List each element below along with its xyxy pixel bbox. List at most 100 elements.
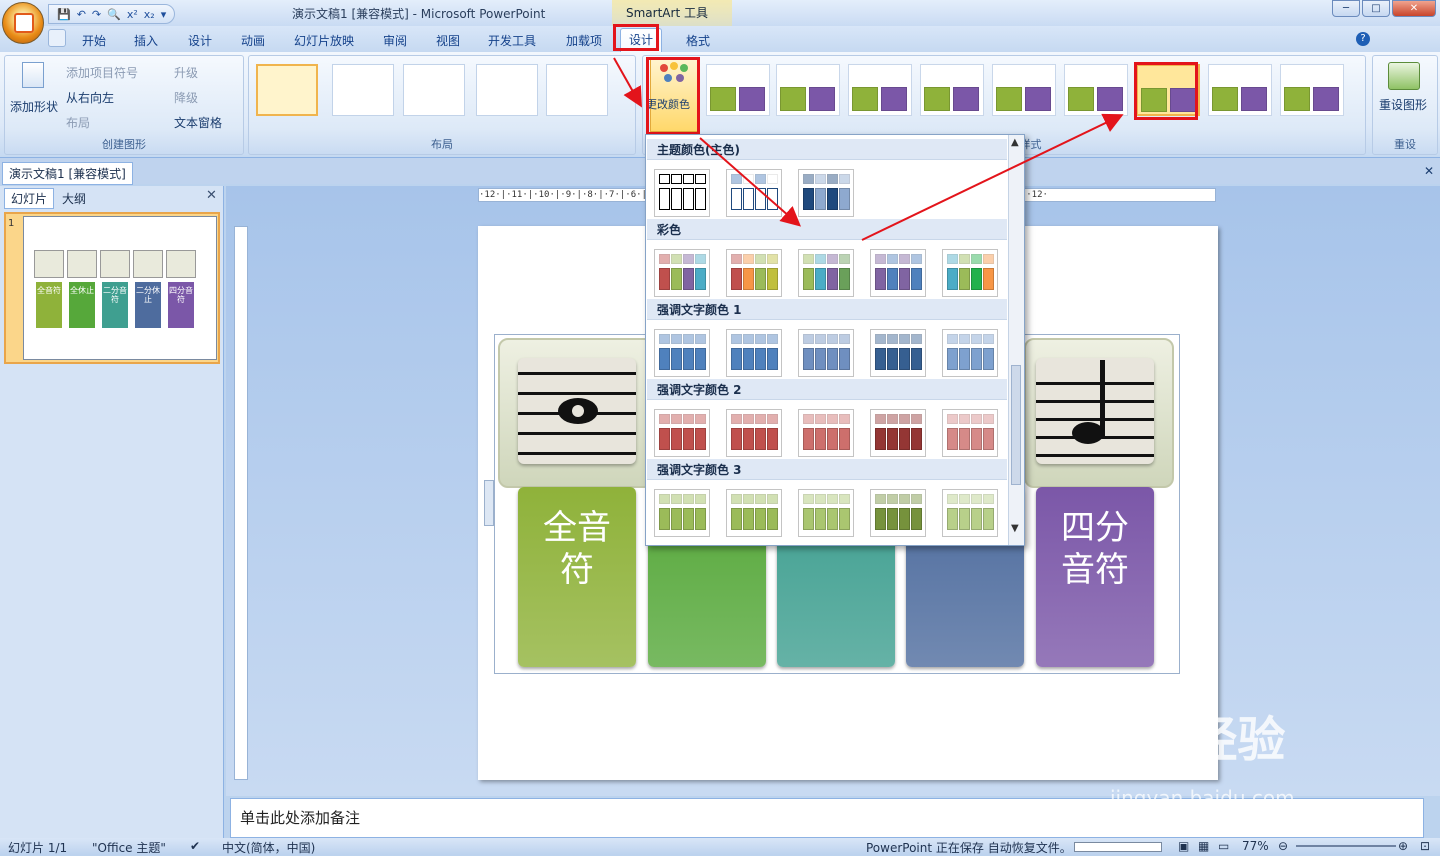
layout-option-1[interactable] [256, 64, 318, 116]
color-option-1-2[interactable] [726, 169, 782, 217]
tab-home[interactable]: 开始 [82, 32, 106, 49]
color-option-1-3[interactable] [798, 169, 854, 217]
close-doc-icon[interactable]: ✕ [1424, 164, 1434, 178]
tab-view[interactable]: 视图 [436, 32, 460, 49]
whole-note-picture[interactable] [518, 358, 636, 464]
save-icon[interactable]: 💾 [57, 8, 71, 21]
gallery-scrollbar[interactable]: ▲ ▼ [1008, 135, 1024, 545]
change-colors-gallery: ▲ ▼ 主题颜色(主色) 彩色 强调文字颜色 1 强调文字颜色 2 强调文字颜色 3 [645, 134, 1025, 546]
demote-button[interactable]: 降级 [174, 89, 198, 106]
color-option-4-5[interactable] [942, 409, 998, 457]
color-option-4-3[interactable] [798, 409, 854, 457]
color-option-4-1[interactable] [654, 409, 710, 457]
smartart-style-4[interactable] [920, 64, 984, 116]
color-option-2-3[interactable] [798, 249, 854, 297]
color-option-3-4[interactable] [870, 329, 926, 377]
tab-format[interactable]: 格式 [686, 32, 710, 49]
smartart-style-2[interactable] [776, 64, 840, 116]
quarter-note-picture[interactable] [1036, 358, 1154, 464]
swatch-top [887, 334, 898, 344]
color-option-5-3[interactable] [798, 489, 854, 537]
tab-addins[interactable]: 加载项 [566, 32, 602, 49]
layout-option-5[interactable] [546, 64, 608, 116]
swatch-bar [767, 508, 778, 530]
color-option-1-1[interactable] [654, 169, 710, 217]
gallery-section-1-title: 主题颜色(主色) [647, 139, 1007, 160]
smartart-style-9[interactable] [1280, 64, 1344, 116]
zoom-level[interactable]: 77% [1242, 839, 1269, 853]
layout-option-4[interactable] [476, 64, 538, 116]
add-shape-button[interactable]: 添加形状 [10, 98, 58, 115]
color-option-5-2[interactable] [726, 489, 782, 537]
smartart-card-1[interactable]: 全音 符 [518, 487, 636, 667]
smartart-style-6[interactable] [1064, 64, 1128, 116]
swatch-bar [899, 348, 910, 370]
color-option-2-5[interactable] [942, 249, 998, 297]
smartart-style-5[interactable] [992, 64, 1056, 116]
help-icon[interactable]: ? [1356, 32, 1370, 46]
scroll-thumb[interactable] [1011, 365, 1021, 485]
tab-slideshow[interactable]: 幻灯片放映 [294, 32, 354, 49]
text-pane-button[interactable]: 文本窗格 [174, 114, 222, 131]
maximize-button[interactable]: □ [1362, 0, 1390, 17]
text-pane-toggle[interactable] [484, 480, 494, 526]
tab-slides[interactable]: 幻灯片 [4, 188, 55, 209]
swatch-bar [887, 348, 898, 370]
color-option-3-2[interactable] [726, 329, 782, 377]
undo-icon[interactable]: ↶ [77, 8, 86, 21]
normal-view-icon[interactable]: ▣ [1178, 839, 1189, 853]
color-option-5-1[interactable] [654, 489, 710, 537]
minimize-button[interactable]: ─ [1332, 0, 1360, 17]
promote-button[interactable]: 升级 [174, 64, 198, 81]
smartart-style-3[interactable] [848, 64, 912, 116]
tab-design[interactable]: 设计 [188, 32, 212, 49]
document-tab[interactable]: 演示文稿1 [兼容模式] [2, 162, 133, 185]
swatch-top [695, 494, 706, 504]
layout-button[interactable]: 布局 [66, 114, 90, 131]
color-option-3-5[interactable] [942, 329, 998, 377]
smartart-card-5[interactable]: 四分 音符 [1036, 487, 1154, 667]
color-option-3-3[interactable] [798, 329, 854, 377]
color-option-2-2[interactable] [726, 249, 782, 297]
swatch-bar [803, 268, 814, 290]
preview-icon[interactable]: 🔍 [107, 8, 121, 21]
spellcheck-icon[interactable]: ✔ [190, 839, 200, 853]
swatch-bar [875, 508, 886, 530]
layout-option-2[interactable] [332, 64, 394, 116]
subscript-icon[interactable]: x₂ [144, 8, 155, 21]
tab-insert[interactable]: 插入 [134, 32, 158, 49]
slideshow-view-icon[interactable]: ▭ [1218, 839, 1229, 853]
smartart-style-1[interactable] [706, 64, 770, 116]
color-option-5-4[interactable] [870, 489, 926, 537]
color-option-2-4[interactable] [870, 249, 926, 297]
sorter-view-icon[interactable]: ▦ [1198, 839, 1209, 853]
color-option-4-2[interactable] [726, 409, 782, 457]
layout-option-3[interactable] [403, 64, 465, 116]
add-bullet-button[interactable]: 添加项目符号 [66, 64, 138, 81]
zoom-slider[interactable] [1296, 845, 1396, 847]
tab-review[interactable]: 审阅 [383, 32, 407, 49]
right-to-left-button[interactable]: 从右向左 [66, 89, 114, 106]
reset-graphic-button[interactable]: 重设图形 [1379, 96, 1427, 113]
superscript-icon[interactable]: x² [127, 8, 138, 21]
redo-icon[interactable]: ↷ [92, 8, 101, 21]
customize-qat-icon[interactable]: ▾ [161, 8, 167, 21]
color-option-4-4[interactable] [870, 409, 926, 457]
smartart-style-8[interactable] [1208, 64, 1272, 116]
zoom-in-icon[interactable]: ⊕ [1398, 839, 1408, 853]
tab-animation[interactable]: 动画 [241, 32, 265, 49]
close-panel-icon[interactable]: ✕ [206, 188, 217, 203]
close-button[interactable]: ✕ [1392, 0, 1436, 17]
office-button[interactable] [2, 2, 44, 44]
color-option-2-1[interactable] [654, 249, 710, 297]
zoom-out-icon[interactable]: ⊖ [1278, 839, 1288, 853]
scroll-up-icon[interactable]: ▲ [1011, 137, 1019, 148]
style-swatch-green [1068, 87, 1094, 111]
tab-outline[interactable]: 大纲 [58, 189, 90, 208]
color-option-5-5[interactable] [942, 489, 998, 537]
scroll-down-icon[interactable]: ▼ [1011, 523, 1019, 534]
fit-slide-icon[interactable]: ⊡ [1420, 839, 1430, 853]
swatch-bar [827, 348, 838, 370]
tab-developer[interactable]: 开发工具 [488, 32, 536, 49]
color-option-3-1[interactable] [654, 329, 710, 377]
